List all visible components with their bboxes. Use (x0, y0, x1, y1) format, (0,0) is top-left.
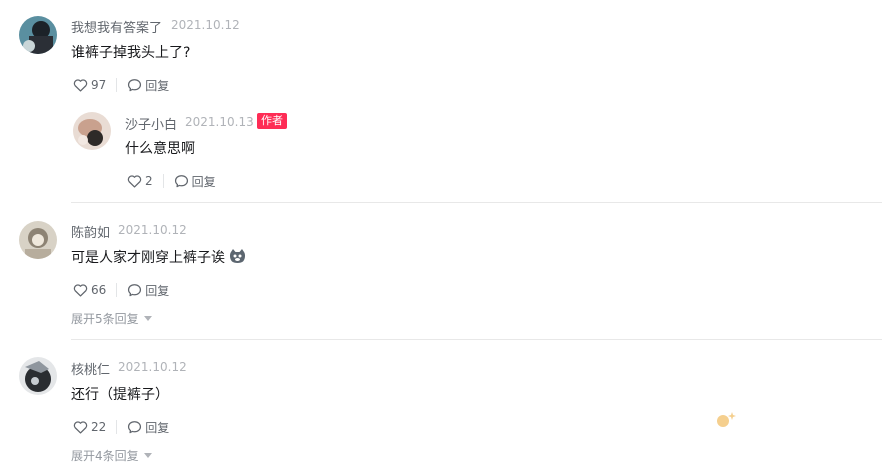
reply-label: 回复 (145, 420, 170, 435)
reply-button[interactable]: 回复 (127, 282, 169, 299)
action-divider (162, 174, 164, 188)
reply-text: 什么意思啊 (125, 141, 195, 157)
comment-divider (71, 339, 882, 340)
comment-bubble-icon (174, 175, 188, 188)
reply-button[interactable]: 回复 (127, 77, 169, 94)
expand-replies-label: 展开4条回复 (71, 449, 139, 463)
like-button[interactable]: 2 (127, 174, 153, 188)
comment-bubble-icon (128, 421, 142, 434)
action-divider (116, 420, 118, 434)
like-count: 2 (145, 174, 153, 188)
reply-label: 回复 (145, 78, 170, 93)
like-button[interactable]: 22 (73, 420, 106, 434)
comment-author[interactable]: 陈韵如 (71, 222, 110, 241)
sparkle-icon (717, 412, 736, 427)
comment-date: 2021.10.12 (118, 223, 187, 237)
avatar-image (19, 357, 57, 395)
comment-actions: 22 回复 (73, 418, 169, 436)
comment-date: 2021.10.12 (171, 18, 240, 32)
avatar-image (19, 221, 57, 259)
reply-label: 回复 (191, 174, 216, 189)
caret-down-icon (143, 453, 152, 458)
reply-author[interactable]: 沙子小白 (125, 114, 177, 133)
comment-author[interactable]: 我想我有答案了 (71, 17, 162, 36)
like-count: 97 (91, 78, 107, 92)
avatar[interactable] (19, 357, 57, 395)
avatar-image (19, 16, 57, 54)
like-button[interactable]: 66 (73, 283, 106, 297)
heart-icon (73, 421, 88, 434)
reply-actions: 2 回复 (127, 172, 216, 190)
comment-text-content: 可是人家才刚穿上裤子诶 (71, 250, 225, 266)
comment-text: 还行（提裤子） (71, 387, 169, 403)
reply-button[interactable]: 回复 (174, 173, 216, 190)
comment-date: 2021.10.12 (118, 360, 187, 374)
expand-replies-label: 展开5条回复 (71, 312, 139, 326)
expand-replies-button[interactable]: 展开4条回复 (71, 447, 152, 464)
avatar[interactable] (19, 16, 57, 54)
expand-replies-button[interactable]: 展开5条回复 (71, 310, 152, 327)
heart-icon (73, 79, 88, 92)
heart-icon (127, 175, 142, 188)
caret-down-icon (143, 316, 152, 321)
reply-avatar[interactable] (73, 112, 111, 150)
action-divider (116, 78, 118, 92)
like-count: 66 (91, 283, 107, 297)
comment-author[interactable]: 核桃仁 (71, 359, 110, 378)
comment-actions: 66 回复 (73, 281, 169, 299)
comment-bubble-icon (128, 79, 142, 92)
comment-text: 谁裤子掉我头上了? (71, 45, 191, 61)
avatar[interactable] (19, 221, 57, 259)
reply-date: 2021.10.13 (185, 115, 254, 129)
like-count: 22 (91, 420, 107, 434)
author-badge: 作者 (257, 113, 287, 129)
reply-label: 回复 (145, 283, 170, 298)
cat-face-icon (229, 249, 246, 263)
action-divider (116, 283, 118, 297)
reply-button[interactable]: 回复 (127, 419, 169, 436)
avatar-image (73, 112, 111, 150)
comment-actions: 97 回复 (73, 76, 169, 94)
comment-text: 可是人家才刚穿上裤子诶 (71, 247, 246, 267)
like-button[interactable]: 97 (73, 78, 106, 92)
heart-icon (73, 284, 88, 297)
comment-bubble-icon (128, 284, 142, 297)
comment-divider (71, 202, 882, 203)
